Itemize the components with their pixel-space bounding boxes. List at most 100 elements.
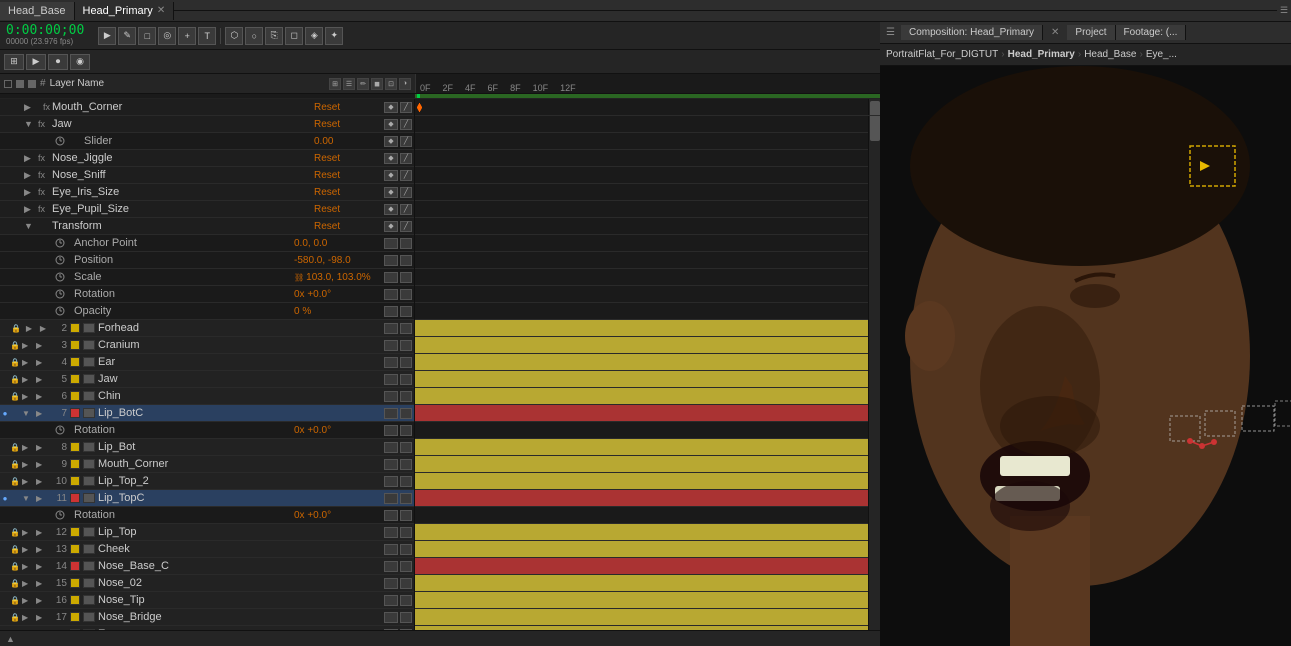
edit-btn[interactable]: ╱ bbox=[400, 136, 412, 147]
keyframe-btn[interactable] bbox=[384, 561, 398, 572]
expand-toggle2[interactable]: ▶ bbox=[36, 358, 50, 367]
lock-col[interactable] bbox=[16, 80, 24, 88]
expand-toggle2[interactable]: ▶ bbox=[36, 324, 50, 333]
tool-pen[interactable]: ✎ bbox=[118, 27, 136, 45]
list-item[interactable]: Slider 0.00 ◆ ╱ bbox=[0, 133, 414, 150]
keyframe-btn[interactable] bbox=[384, 289, 398, 300]
prop-clock-icon[interactable] bbox=[52, 272, 68, 282]
list-item[interactable]: ▼ fx Jaw Reset ◆ ╱ bbox=[0, 116, 414, 133]
list-item[interactable]: Rotation 0x +0.0° bbox=[0, 286, 414, 303]
edit-btn[interactable]: ╱ bbox=[400, 102, 412, 113]
edit-btn[interactable] bbox=[400, 595, 412, 606]
tool-shape[interactable]: □ bbox=[138, 27, 156, 45]
keyframe-btn[interactable] bbox=[384, 238, 398, 249]
expand-toggle[interactable]: ▶ bbox=[22, 613, 36, 622]
edit-btn[interactable] bbox=[400, 629, 412, 631]
tool-select[interactable]: ▶ bbox=[98, 27, 116, 45]
expand-toggle[interactable]: ▶ bbox=[24, 170, 34, 181]
edit-btn[interactable] bbox=[400, 238, 412, 249]
list-item[interactable]: ▶ fx Nose_Jiggle Reset ◆ ╱ bbox=[0, 150, 414, 167]
list-item[interactable]: 🔒 ▶ ▶ 16 Nose_Tip bbox=[0, 592, 414, 609]
expand-toggle2[interactable]: ▶ bbox=[36, 460, 50, 469]
list-item[interactable]: Opacity 0 % bbox=[0, 303, 414, 320]
col-icon6[interactable]: ◑ bbox=[399, 78, 411, 90]
edit-btn[interactable] bbox=[400, 374, 412, 385]
keyframe-btn[interactable] bbox=[384, 357, 398, 368]
keyframe-btn[interactable] bbox=[384, 459, 398, 470]
ram-btn[interactable]: ⏺ bbox=[48, 54, 68, 70]
expand-toggle2[interactable]: ▶ bbox=[36, 341, 50, 350]
keyframe-btn[interactable] bbox=[384, 629, 398, 631]
edit-btn[interactable] bbox=[400, 459, 412, 470]
list-item[interactable]: ▶ fx Nose_Sniff Reset ◆ ╱ bbox=[0, 167, 414, 184]
expand-toggle[interactable]: ▼ bbox=[24, 119, 34, 129]
comp-tab-x[interactable]: ✕ bbox=[1043, 25, 1067, 40]
keyframe-btn[interactable]: ◆ bbox=[384, 170, 398, 181]
expand-toggle[interactable]: ▶ bbox=[24, 187, 34, 198]
edit-btn[interactable] bbox=[400, 289, 412, 300]
keyframe-btn[interactable] bbox=[384, 476, 398, 487]
tab-head-primary[interactable]: Head_Primary ✕ bbox=[75, 2, 175, 20]
tool-null[interactable]: + bbox=[178, 27, 196, 45]
expand-toggle[interactable]: ▶ bbox=[24, 153, 34, 164]
keyframe-btn[interactable] bbox=[384, 272, 398, 283]
col-icon1[interactable]: ⊞ bbox=[329, 78, 341, 90]
prop-clock-icon[interactable] bbox=[52, 289, 68, 299]
edit-btn[interactable]: ╱ bbox=[400, 187, 412, 198]
expand-toggle[interactable]: ▶ bbox=[22, 392, 36, 401]
prop-clock-icon[interactable] bbox=[52, 425, 68, 435]
list-item[interactable]: ▶ fx Eye_Pupil_Size Reset ◆ ╱ bbox=[0, 201, 414, 218]
edit-btn[interactable]: ╱ bbox=[400, 221, 412, 232]
expand-toggle[interactable]: ▶ bbox=[24, 204, 34, 215]
tool-mask[interactable]: ⬡ bbox=[225, 27, 243, 45]
list-item[interactable]: 🔒 ▶ ▶ 5 Jaw bbox=[0, 371, 414, 388]
keyframe-btn[interactable] bbox=[384, 527, 398, 538]
list-item[interactable]: ▶ fx Eye_Iris_Size Reset ◆ ╱ bbox=[0, 184, 414, 201]
time-display[interactable]: 0:00:00;00 bbox=[6, 24, 84, 37]
edit-btn[interactable] bbox=[400, 527, 412, 538]
prop-clock-icon[interactable] bbox=[52, 136, 68, 146]
expand-toggle2[interactable]: ▶ bbox=[36, 494, 50, 503]
col-icon5[interactable]: ⊡ bbox=[385, 78, 397, 90]
keyframe-btn[interactable]: ◆ bbox=[384, 153, 398, 164]
eye-col[interactable] bbox=[4, 80, 12, 88]
edit-btn[interactable]: ╱ bbox=[400, 119, 412, 130]
list-item[interactable]: 🔒 ▶ ▶ 8 Lip_Bot bbox=[0, 439, 414, 456]
keyframe-btn[interactable] bbox=[384, 408, 398, 419]
expand-toggle[interactable]: ▶ bbox=[24, 102, 34, 113]
edit-btn[interactable] bbox=[400, 425, 412, 436]
edit-btn[interactable] bbox=[400, 510, 412, 521]
expand-toggle2[interactable]: ▶ bbox=[36, 630, 50, 631]
keyframe-btn[interactable] bbox=[384, 425, 398, 436]
tool-puppet[interactable]: ✦ bbox=[325, 27, 343, 45]
list-item[interactable]: Rotation 0x +0.0° bbox=[0, 422, 414, 439]
list-item[interactable]: 🔒 ▶ ▶ 17 Nose_Bridge bbox=[0, 609, 414, 626]
list-item[interactable]: 🔒 ▶ ▶ 3 Cranium bbox=[0, 337, 414, 354]
edit-btn[interactable] bbox=[400, 340, 412, 351]
tab-head-base[interactable]: Head_Base bbox=[0, 2, 75, 20]
edit-btn[interactable] bbox=[400, 306, 412, 317]
list-item[interactable]: 🔒 ▶ ▶ 2 Forhead bbox=[0, 320, 414, 337]
list-item[interactable]: Scale ⛓103.0, 103.0% bbox=[0, 269, 414, 286]
keyframe-btn[interactable] bbox=[384, 510, 398, 521]
keyframe-btn[interactable] bbox=[384, 493, 398, 504]
breadcrumb-item-1[interactable]: PortraitFlat_For_DIGTUT bbox=[886, 49, 998, 60]
prop-clock-icon[interactable] bbox=[52, 238, 68, 248]
expand-toggle[interactable]: ▶ bbox=[22, 358, 36, 367]
edit-btn[interactable] bbox=[400, 612, 412, 623]
col-icon3[interactable]: ✏ bbox=[357, 78, 369, 90]
label-col[interactable] bbox=[28, 80, 36, 88]
keyframe-btn[interactable] bbox=[384, 323, 398, 334]
expand-toggle[interactable]: ▶ bbox=[22, 562, 36, 571]
col-icon2[interactable]: ☰ bbox=[343, 78, 355, 90]
edit-btn[interactable] bbox=[400, 272, 412, 283]
edit-btn[interactable] bbox=[400, 544, 412, 555]
edit-btn[interactable]: ╱ bbox=[400, 170, 412, 181]
expand-toggle2[interactable]: ▶ bbox=[36, 613, 50, 622]
list-item[interactable]: 🔒 ▶ ▶ 15 Nose_02 bbox=[0, 575, 414, 592]
comp-tab-project[interactable]: Project bbox=[1067, 25, 1115, 40]
render-btn[interactable]: ▶ bbox=[26, 54, 46, 70]
keyframe-btn[interactable] bbox=[384, 391, 398, 402]
list-item[interactable]: 🔒 ▶ ▶ 18 Eye bbox=[0, 626, 414, 630]
list-item[interactable]: 🔒 ▶ ▶ 12 Lip_Top bbox=[0, 524, 414, 541]
